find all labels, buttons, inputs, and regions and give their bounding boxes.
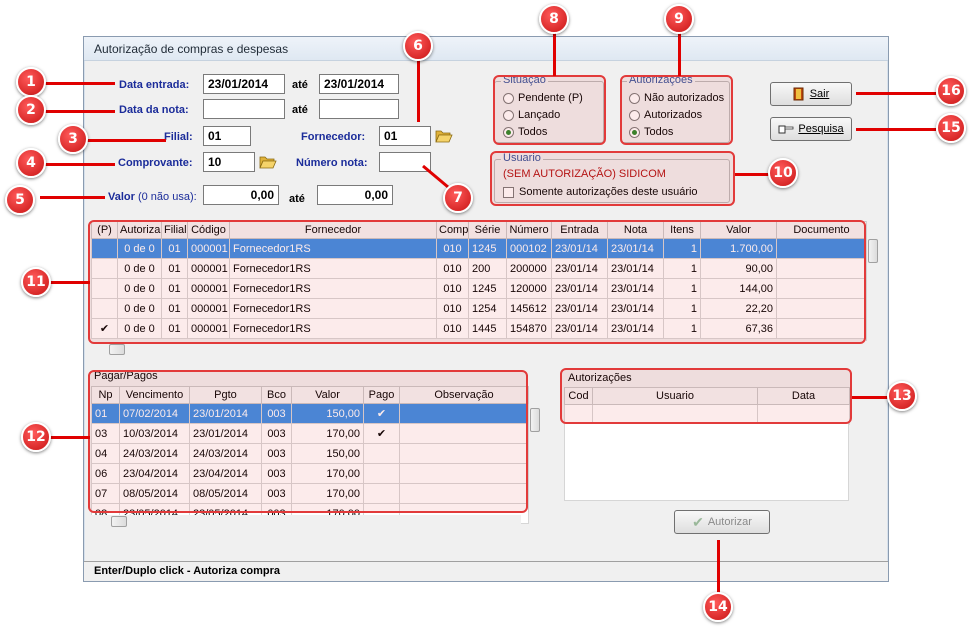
autorizacoes-empty-area bbox=[564, 423, 849, 501]
scroll-thumb[interactable] bbox=[111, 516, 127, 527]
valor-hint: (0 não usa): bbox=[137, 191, 197, 203]
arrow-12 bbox=[50, 436, 90, 439]
comprovante-label: Comprovante: bbox=[118, 157, 193, 169]
callout-badge-14: 14 bbox=[703, 592, 733, 622]
callout-badge-7: 7 bbox=[443, 183, 473, 213]
callout-badge-12: 12 bbox=[21, 422, 51, 452]
data-nota-to-field[interactable] bbox=[319, 99, 399, 119]
data-nota-from-field[interactable] bbox=[203, 99, 285, 119]
callout-badge-10: 10 bbox=[768, 158, 798, 188]
callout-badge-13: 13 bbox=[887, 381, 917, 411]
data-entrada-label: Data entrada: bbox=[119, 79, 190, 91]
pagar-table-highlight bbox=[88, 370, 528, 513]
arrow-1 bbox=[45, 82, 115, 85]
callout-badge-6: 6 bbox=[403, 31, 433, 61]
scroll-thumb[interactable] bbox=[868, 239, 878, 263]
callout-badge-15: 15 bbox=[936, 113, 966, 143]
arrow-6 bbox=[417, 60, 420, 122]
pagar-hscrollbar[interactable] bbox=[91, 515, 521, 528]
fornecedor-field[interactable]: 01 bbox=[379, 126, 431, 146]
arrow-3 bbox=[86, 139, 166, 142]
callout-badge-8: 8 bbox=[539, 4, 569, 34]
window-title: Autorização de compras e despesas bbox=[84, 37, 888, 61]
arrow-9 bbox=[678, 28, 681, 76]
data-nota-label: Data da nota: bbox=[119, 104, 189, 116]
compras-hscrollbar[interactable] bbox=[91, 343, 866, 356]
arrow-2 bbox=[45, 110, 115, 113]
status-bar: Enter/Duplo click - Autoriza compra bbox=[84, 561, 888, 581]
arrow-10 bbox=[735, 173, 770, 176]
folder-open-icon[interactable] bbox=[259, 155, 277, 169]
pesquisa-label: Pesquisa bbox=[798, 123, 844, 135]
compras-vscrollbar[interactable] bbox=[866, 221, 879, 341]
scroll-thumb[interactable] bbox=[109, 344, 125, 355]
callout-badge-3: 3 bbox=[58, 124, 88, 154]
autorizar-label: Autorizar bbox=[707, 516, 752, 528]
arrow-4 bbox=[45, 163, 115, 166]
ate-label: até bbox=[292, 104, 308, 116]
data-entrada-to-field[interactable]: 23/01/2014 bbox=[319, 74, 399, 94]
autorizar-button[interactable]: ✔ Autorizar bbox=[674, 510, 770, 534]
callout-badge-9: 9 bbox=[664, 4, 694, 34]
situacao-highlight bbox=[493, 75, 606, 145]
valor-label-text: Valor bbox=[108, 191, 135, 203]
numero-nota-label: Número nota: bbox=[296, 157, 368, 169]
valor-from-field[interactable]: 0,00 bbox=[203, 185, 279, 205]
data-entrada-from-field[interactable]: 23/01/2014 bbox=[203, 74, 285, 94]
usuario-highlight bbox=[490, 151, 735, 206]
arrow-16 bbox=[856, 92, 936, 95]
callout-badge-4: 4 bbox=[16, 148, 46, 178]
ate-label: até bbox=[289, 193, 305, 205]
arrow-13 bbox=[852, 396, 888, 399]
autorizacoes-table-highlight bbox=[560, 368, 852, 424]
arrow-11 bbox=[50, 281, 90, 284]
callout-badge-2: 2 bbox=[16, 95, 46, 125]
callout-badge-5: 5 bbox=[5, 185, 35, 215]
scroll-thumb[interactable] bbox=[530, 408, 540, 432]
ate-label: até bbox=[292, 79, 308, 91]
callout-badge-16: 16 bbox=[936, 76, 966, 106]
sair-label: Sair bbox=[809, 88, 830, 100]
callout-badge-1: 1 bbox=[16, 67, 46, 97]
fornecedor-label: Fornecedor: bbox=[301, 131, 366, 143]
filial-field[interactable]: 01 bbox=[203, 126, 251, 146]
pagar-vscrollbar[interactable] bbox=[528, 404, 541, 512]
compras-table-highlight bbox=[88, 220, 866, 344]
autorizacoes-filter-highlight bbox=[620, 75, 733, 145]
valor-label: Valor (0 não usa): bbox=[108, 191, 197, 203]
arrow-14 bbox=[717, 540, 720, 594]
sair-button[interactable]: Sair bbox=[770, 82, 852, 106]
pesquisa-button[interactable]: Pesquisa bbox=[770, 117, 852, 141]
comprovante-field[interactable]: 10 bbox=[203, 152, 255, 172]
arrow-8 bbox=[553, 28, 556, 76]
check-icon: ✔ bbox=[692, 513, 704, 530]
exit-door-icon bbox=[793, 87, 804, 101]
filial-label: Filial: bbox=[164, 131, 193, 143]
valor-to-field[interactable]: 0,00 bbox=[317, 185, 393, 205]
pointing-hand-icon bbox=[778, 125, 794, 134]
arrow-15 bbox=[856, 128, 936, 131]
folder-open-icon[interactable] bbox=[435, 129, 453, 143]
arrow-5 bbox=[40, 196, 105, 199]
callout-badge-11: 11 bbox=[21, 267, 51, 297]
